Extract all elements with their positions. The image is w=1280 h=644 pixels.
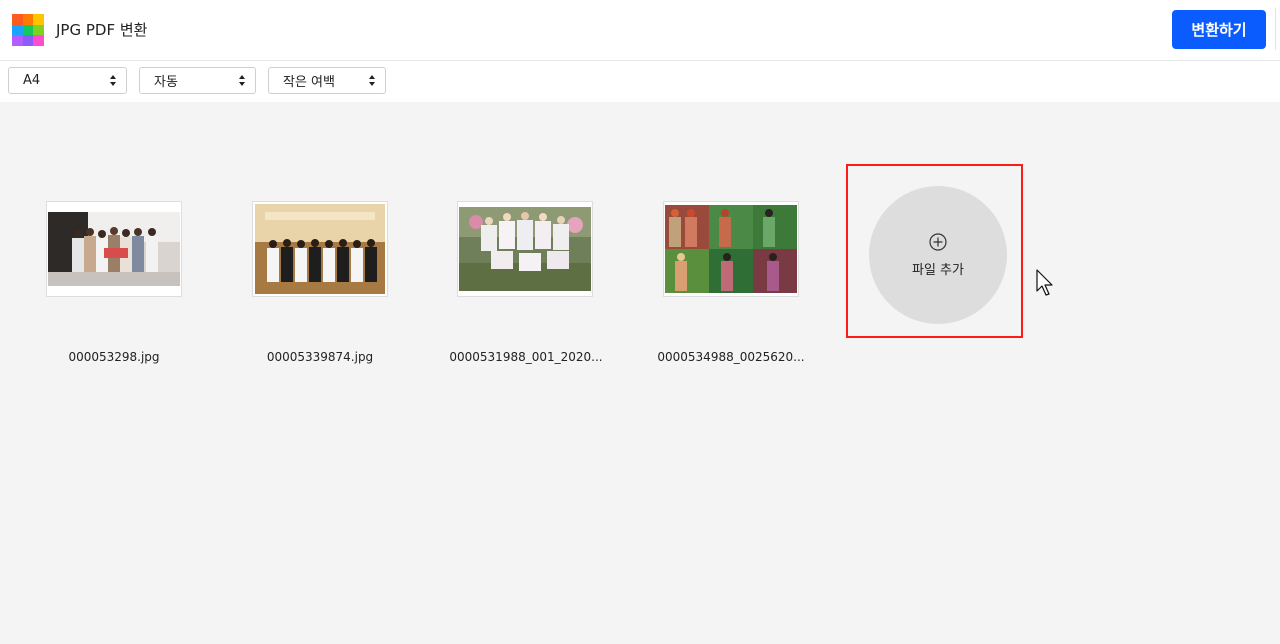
logo-cell [22,35,34,46]
file-name: 000053298.jpg [68,350,160,364]
file-name: 0000534988_0025620... [657,350,805,364]
page-size-select[interactable]: A4 [8,67,127,94]
logo-cell [33,14,44,25]
file-name: 00005339874.jpg [266,350,374,364]
sort-arrows-icon [239,75,245,86]
mouse-cursor-icon [1036,269,1053,296]
convert-button[interactable]: 변환하기 [1172,10,1266,49]
file-thumbnail[interactable] [46,201,182,297]
photo-image [48,212,180,286]
file-name: 0000531988_001_2020... [449,350,603,364]
logo-cell [22,14,34,25]
file-grid: 000053298.jpg 00005339874.jpg 0000531988… [0,102,1280,644]
app-title: JPG PDF 변환 [56,21,148,39]
app-logo [12,14,44,46]
file-thumbnail[interactable] [663,201,799,297]
sort-arrows-icon [110,75,116,86]
margin-value: 작은 여백 [283,75,335,90]
plus-circle-icon [929,233,947,251]
margin-select[interactable]: 작은 여백 [268,67,386,94]
header-divider [1275,8,1276,50]
add-file-button[interactable]: 파일 추가 [869,186,1007,324]
photo-image [665,205,797,293]
app-header: JPG PDF 변환 변환하기 [0,0,1280,61]
logo-cell [33,24,44,36]
logo-cell [12,24,23,36]
orientation-select[interactable]: 자동 [139,67,256,94]
add-file-label: 파일 추가 [912,263,964,278]
file-thumbnail[interactable] [252,201,388,297]
logo-cell [12,35,23,46]
sort-arrows-icon [369,75,375,86]
file-thumbnail[interactable] [457,201,593,297]
logo-cell [12,14,23,25]
page-size-value: A4 [23,73,41,88]
photo-image [255,204,385,294]
orientation-value: 자동 [154,75,178,90]
photo-image [459,207,591,291]
options-toolbar: A4 자동 작은 여백 [0,61,1280,102]
logo-cell [33,35,44,46]
logo-cell [22,24,34,36]
